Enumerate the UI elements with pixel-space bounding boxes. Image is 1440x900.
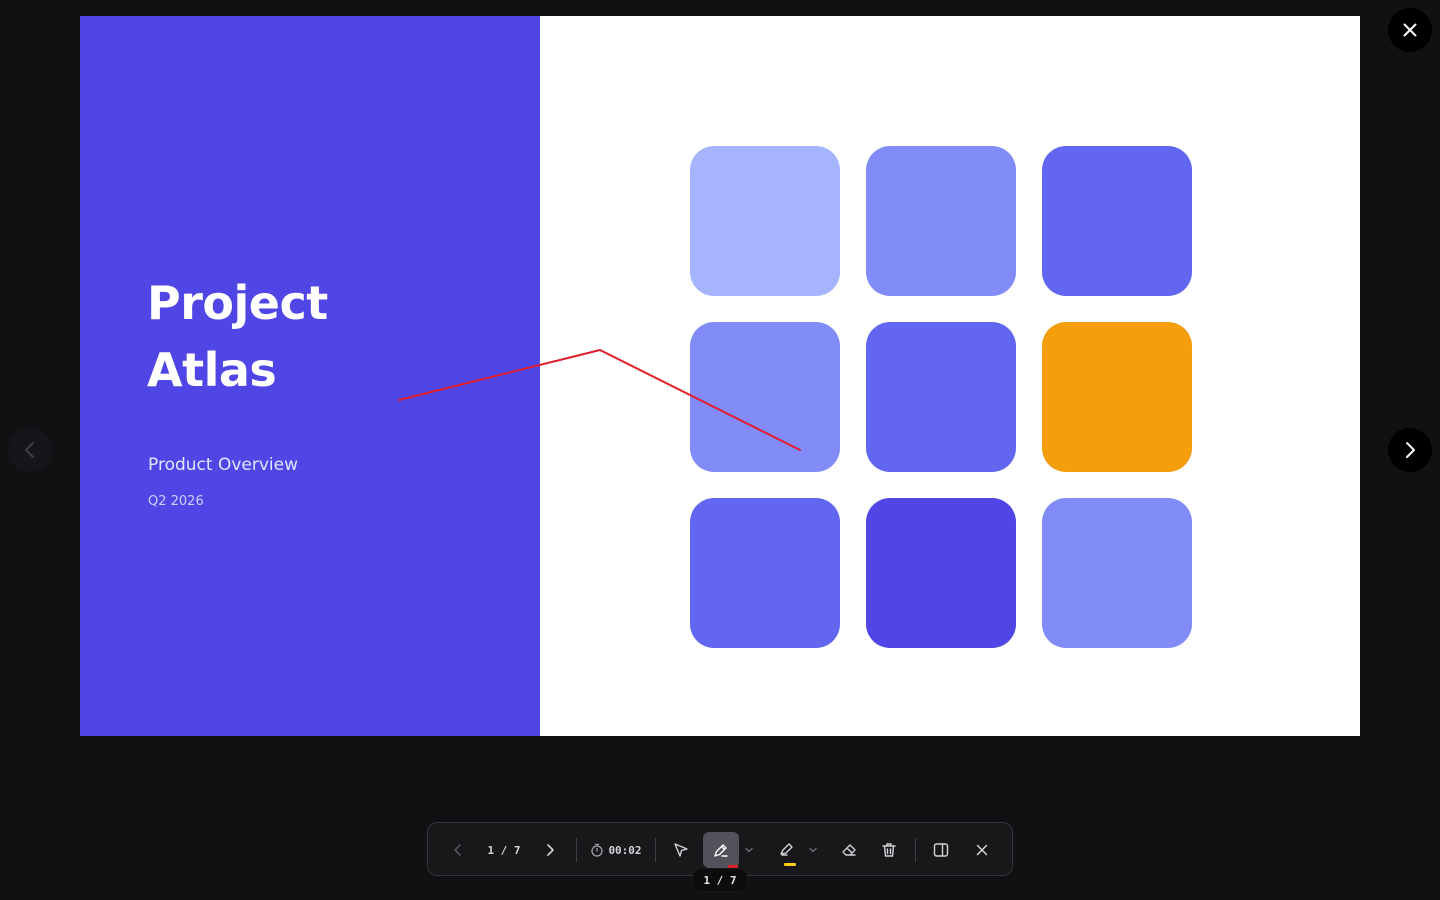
eraser-tool-button[interactable] (834, 832, 864, 868)
highlighter-color-indicator (784, 863, 796, 866)
tile (866, 322, 1016, 472)
split-panel-icon (933, 843, 949, 857)
highlighter-tool-button[interactable] (770, 832, 804, 868)
chevron-right-icon (547, 844, 554, 856)
tile (1042, 146, 1192, 296)
clear-annotations-button[interactable] (874, 832, 904, 868)
stopwatch-icon (591, 843, 604, 857)
slide-subtitle: Product Overview (148, 455, 298, 475)
trash-icon (882, 843, 896, 857)
page-indicator: 1 / 7 (487, 843, 521, 857)
pointer-tool-button[interactable] (666, 832, 696, 868)
chevron-left-icon (454, 844, 461, 856)
tile (690, 498, 840, 648)
tile (1042, 322, 1192, 472)
previous-slide-button[interactable] (8, 428, 52, 472)
slide-title: Project Atlas (147, 270, 507, 404)
chevron-down-icon (745, 847, 753, 853)
chevron-down-icon (809, 847, 817, 853)
highlighter-icon (780, 843, 793, 856)
pen-icon (714, 844, 728, 857)
highlighter-options-dropdown[interactable] (805, 832, 821, 868)
slide-date: Q2 2026 (148, 494, 204, 509)
toolbar-divider (655, 838, 656, 862)
timer[interactable]: 00:02 (586, 832, 646, 868)
tile (690, 322, 840, 472)
presentation-stage: Project Atlas Product Overview Q2 2026 1… (0, 0, 1440, 900)
slide-title-line-2: Atlas (147, 343, 277, 397)
page-tooltip: 1 / 7 (692, 868, 748, 892)
chevron-right-icon (1406, 442, 1415, 458)
close-icon (1403, 23, 1417, 37)
close-presentation-button[interactable] (1388, 8, 1432, 52)
next-slide-button[interactable] (1388, 428, 1432, 472)
timer-readout: 00:02 (608, 843, 642, 857)
toolbar-divider (576, 838, 577, 862)
slide-title-line-1: Project (147, 276, 328, 330)
toolbar-next-button[interactable] (536, 832, 564, 868)
toolbar-prev-button[interactable] (444, 832, 472, 868)
toolbar-divider (915, 838, 916, 862)
tile (1042, 498, 1192, 648)
chevron-left-icon (25, 442, 34, 458)
tile (866, 498, 1016, 648)
pointer-icon (674, 843, 688, 857)
tile (690, 146, 840, 296)
slide-canvas: Project Atlas Product Overview Q2 2026 (80, 16, 1360, 736)
close-icon (976, 844, 988, 856)
pen-tool-button[interactable] (703, 832, 739, 868)
tile-grid (690, 146, 1192, 648)
eraser-icon (842, 844, 856, 856)
tile (866, 146, 1016, 296)
exit-presentation-button[interactable] (967, 832, 997, 868)
pen-options-dropdown[interactable] (741, 832, 757, 868)
toggle-panel-button[interactable] (926, 832, 956, 868)
